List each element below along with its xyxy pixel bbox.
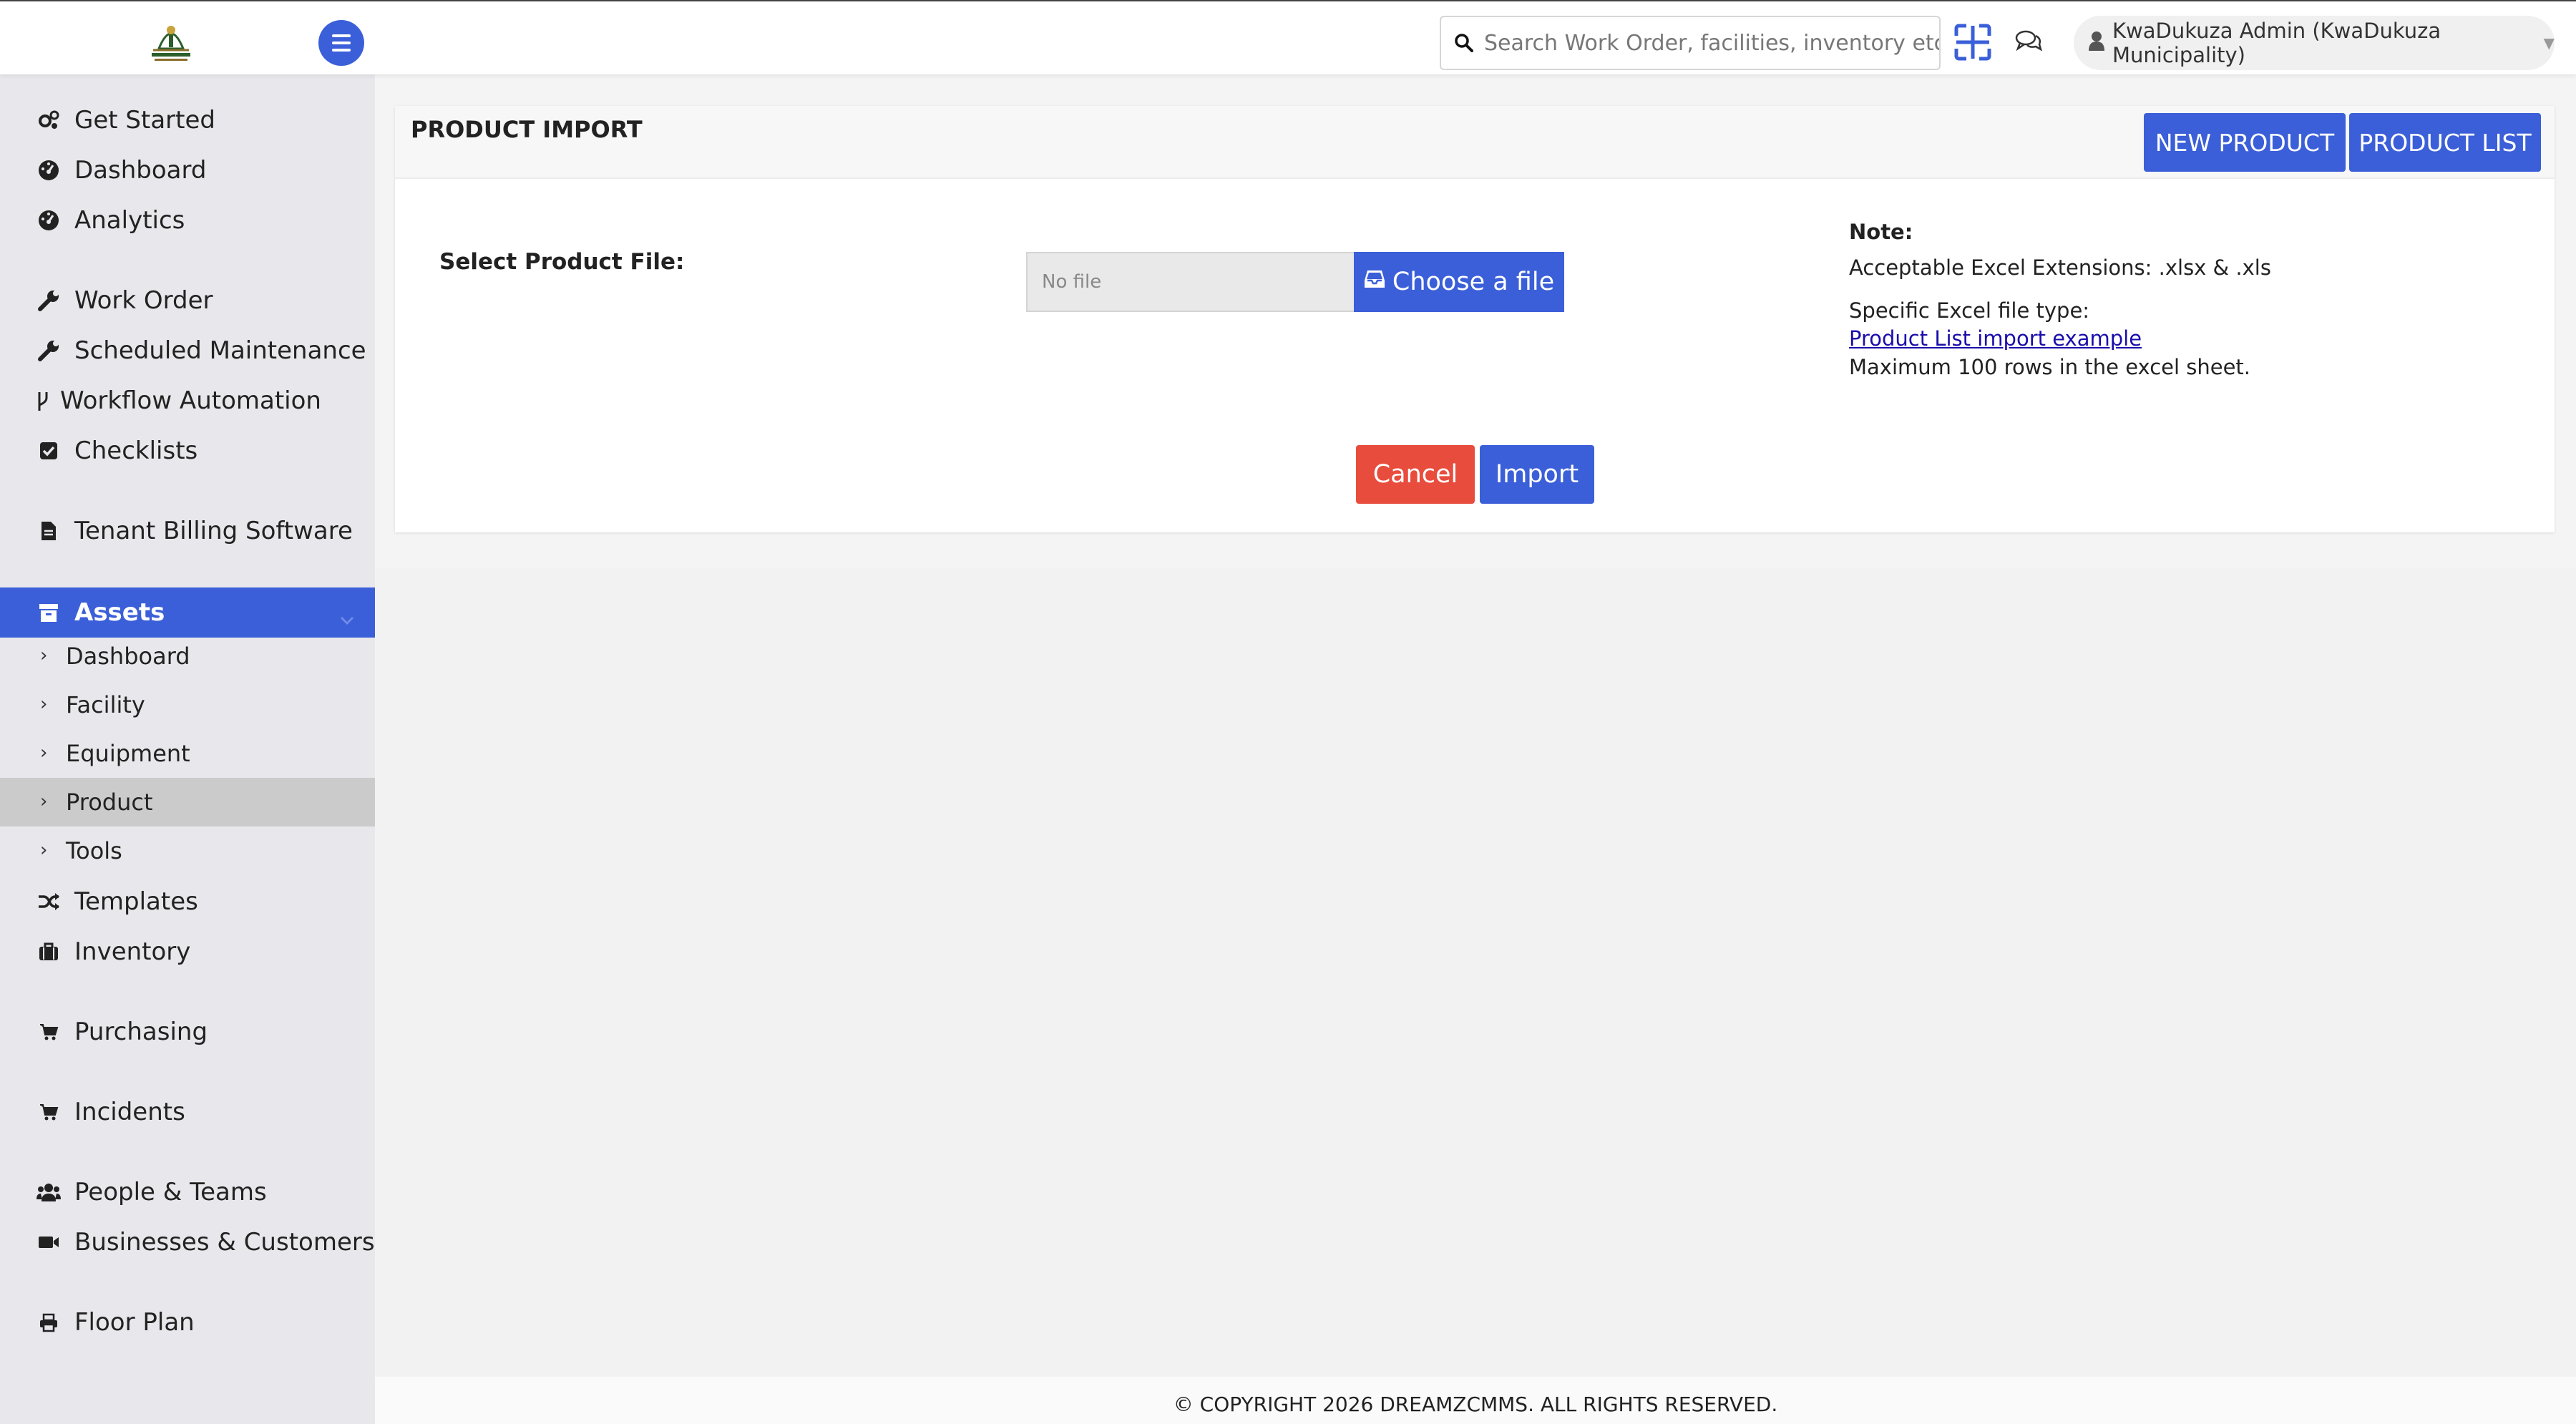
- archive-icon: [36, 600, 62, 625]
- sidebar-item-tenant-billing[interactable]: Tenant Billing Software: [0, 507, 375, 555]
- sidebar-item-label: Floor Plan: [74, 1308, 195, 1337]
- sidebar-item-checklists[interactable]: Checklists: [0, 427, 375, 474]
- top-bar: KwaDukuza Admin (KwaDukuza Municipality)…: [0, 0, 2576, 74]
- panel-header: PRODUCT IMPORT NEW PRODUCT PRODUCT LIST: [395, 106, 2555, 179]
- sidebar-item-label: Inventory: [74, 937, 191, 966]
- sidebar-item-label: Analytics: [74, 206, 185, 235]
- sidebar-subitem-label: Facility: [66, 691, 145, 718]
- sidebar-item-templates[interactable]: Templates: [0, 878, 375, 925]
- sidebar-subitem-label: Dashboard: [66, 643, 190, 670]
- user-icon: [2088, 31, 2105, 56]
- sidebar-item-label: Incidents: [74, 1098, 185, 1126]
- product-list-button[interactable]: PRODUCT LIST: [2349, 113, 2541, 172]
- new-product-button[interactable]: NEW PRODUCT: [2144, 113, 2346, 172]
- import-button[interactable]: Import: [1480, 445, 1594, 504]
- sidebar-subitem-label: Tools: [66, 837, 122, 864]
- sidebar-item-label: Workflow Automation: [60, 386, 321, 415]
- note-title: Note:: [1849, 220, 1913, 244]
- sidebar-item-label: Purchasing: [74, 1018, 208, 1046]
- branch-icon: [36, 388, 50, 414]
- sidebar-item-label: Work Order: [74, 286, 213, 315]
- sidebar-item-purchasing[interactable]: Purchasing: [0, 1008, 375, 1055]
- page-title: PRODUCT IMPORT: [411, 116, 643, 143]
- user-name: KwaDukuza Admin (KwaDukuza Municipality): [2112, 19, 2441, 67]
- gauge-icon: [36, 208, 62, 233]
- product-import-panel: PRODUCT IMPORT NEW PRODUCT PRODUCT LIST …: [395, 106, 2555, 532]
- shuffle-icon: [36, 889, 62, 915]
- choose-file-label: Choose a file: [1392, 268, 1555, 296]
- sidebar-subitem-label: Equipment: [66, 740, 190, 767]
- chevron-right-icon: ›: [40, 742, 48, 764]
- choose-file-button[interactable]: Choose a file: [1354, 252, 1564, 312]
- checkbox-icon: [36, 438, 62, 464]
- sidebar-item-label: Scheduled Maintenance: [74, 336, 366, 365]
- sidebar-item-scheduled-maintenance[interactable]: Scheduled Maintenance: [0, 327, 375, 374]
- briefcase-icon: [36, 939, 62, 965]
- sidebar-item-analytics[interactable]: Analytics: [0, 197, 375, 244]
- example-file-link[interactable]: Product List import example: [1849, 328, 2142, 349]
- sidebar-item-incidents[interactable]: Incidents: [0, 1088, 375, 1136]
- scan-icon[interactable]: [1953, 23, 1992, 62]
- sidebar-item-dashboard[interactable]: Dashboard: [0, 147, 375, 194]
- menu-toggle-button[interactable]: [318, 20, 364, 66]
- wrench-icon: [36, 338, 62, 364]
- chevron-down-icon: ▼: [2543, 34, 2555, 52]
- sidebar-subitem-equipment[interactable]: › Equipment: [0, 729, 375, 778]
- global-search[interactable]: [1440, 16, 1941, 70]
- copyright-text: © COPYRIGHT 2026 DREAMZCMMS. ALL RIGHTS …: [1173, 1392, 1778, 1416]
- search-input[interactable]: [1484, 30, 1939, 56]
- cart-icon: [36, 1019, 62, 1045]
- sidebar-item-label: Businesses & Customers: [74, 1228, 375, 1257]
- sidebar-item-label: Templates: [74, 887, 198, 916]
- chevron-right-icon: ›: [40, 693, 48, 715]
- sidebar-item-businesses-customers[interactable]: Businesses & Customers: [0, 1219, 375, 1266]
- document-icon: [36, 518, 62, 544]
- sidebar-item-inventory[interactable]: Inventory: [0, 928, 375, 975]
- sidebar-subitem-tools[interactable]: › Tools: [0, 826, 375, 875]
- wrench-icon: [36, 288, 62, 313]
- file-name-field[interactable]: No file: [1026, 252, 1355, 312]
- cogs-icon: [36, 107, 62, 133]
- sidebar-item-label: Get Started: [74, 106, 215, 135]
- sidebar-subitem-label: Product: [66, 789, 153, 816]
- footer: © COPYRIGHT 2026 DREAMZCMMS. ALL RIGHTS …: [375, 1377, 2576, 1424]
- users-icon: [36, 1179, 62, 1205]
- gauge-icon: [36, 157, 62, 183]
- note-file-type: Specific Excel file type:: [1849, 298, 2090, 323]
- select-file-label: Select Product File:: [439, 249, 685, 275]
- chevron-down-icon: [339, 603, 355, 632]
- sidebar-item-label: Assets: [74, 598, 165, 627]
- sidebar-item-floor-plan[interactable]: Floor Plan: [0, 1299, 375, 1346]
- sidebar-item-label: Tenant Billing Software: [74, 517, 353, 545]
- chevron-right-icon: ›: [40, 645, 48, 666]
- sidebar-subitem-facility[interactable]: › Facility: [0, 681, 375, 729]
- cart-icon: [36, 1099, 62, 1125]
- sidebar-item-label: Checklists: [74, 437, 198, 465]
- sidebar-item-label: Dashboard: [74, 156, 207, 185]
- search-icon: [1454, 33, 1474, 56]
- sidebar-item-workflow-automation[interactable]: Workflow Automation: [0, 377, 375, 424]
- video-icon: [36, 1229, 62, 1255]
- user-menu[interactable]: KwaDukuza Admin (KwaDukuza Municipality)…: [2074, 16, 2555, 70]
- note-max-rows: Maximum 100 rows in the excel sheet.: [1849, 355, 2251, 379]
- sidebar-item-work-order[interactable]: Work Order: [0, 277, 375, 324]
- sidebar: Get Started Dashboard Analytics Work Ord…: [0, 74, 375, 1424]
- sidebar-subitem-dashboard[interactable]: › Dashboard: [0, 632, 375, 681]
- sidebar-item-get-started[interactable]: Get Started: [0, 97, 375, 144]
- print-icon: [36, 1310, 62, 1335]
- note-extensions: Acceptable Excel Extensions: .xlsx & .xl…: [1849, 255, 2271, 280]
- sidebar-item-label: People & Teams: [74, 1178, 267, 1206]
- cancel-button[interactable]: Cancel: [1356, 445, 1475, 504]
- sidebar-item-people-teams[interactable]: People & Teams: [0, 1169, 375, 1216]
- content-background: [375, 568, 2576, 1377]
- sidebar-subitem-product[interactable]: › Product: [0, 778, 375, 826]
- chevron-right-icon: ›: [40, 839, 48, 861]
- municipality-logo[interactable]: [143, 20, 199, 63]
- chevron-right-icon: ›: [40, 791, 48, 812]
- sidebar-item-assets[interactable]: Assets: [0, 587, 375, 638]
- inbox-icon: [1364, 268, 1385, 296]
- chat-icon[interactable]: [2014, 27, 2043, 56]
